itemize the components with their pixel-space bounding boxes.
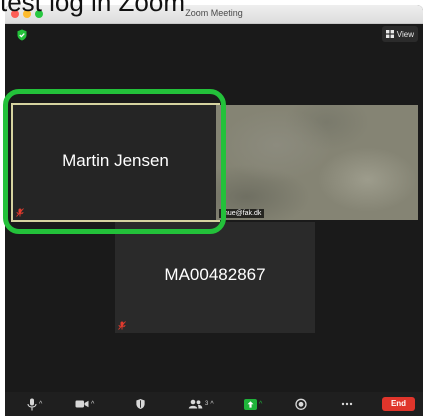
participant-tile-ma00482867[interactable]: MA00482867 (115, 222, 315, 333)
mute-control[interactable]: ^ (27, 395, 42, 413)
record-icon (295, 398, 307, 410)
video-control[interactable]: ^ (75, 395, 94, 413)
encryption-shield-icon[interactable] (16, 29, 28, 41)
chevron-up-icon[interactable]: ^ (91, 401, 94, 408)
participant-tile-martin-jensen[interactable]: Martin Jensen (11, 103, 220, 222)
grid-icon (385, 30, 394, 38)
participants-control[interactable]: 3 ^ (188, 395, 214, 413)
participant-tile-video[interactable]: mue@fak.dk (216, 105, 418, 220)
zoom-window: Zoom Meeting View Martin Jensen mue@fak.… (5, 5, 423, 416)
muted-mic-icon (16, 208, 24, 217)
chevron-up-icon[interactable]: ^ (39, 401, 42, 408)
more-icon (341, 402, 353, 406)
overlay-caption: test log in Zoom (0, 0, 185, 17)
video-camera-icon (75, 400, 89, 408)
participants-icon (188, 399, 203, 409)
microphone-icon (27, 398, 37, 410)
security-shield-icon (136, 398, 145, 410)
more-control[interactable] (341, 395, 353, 413)
end-meeting-button[interactable]: End (382, 397, 415, 411)
chevron-up-icon[interactable]: ^ (210, 401, 213, 408)
participant-name: Martin Jensen (62, 151, 169, 170)
chevron-up-icon[interactable]: ^ (259, 401, 262, 408)
record-control[interactable] (295, 395, 307, 413)
view-button[interactable]: View (381, 26, 418, 42)
muted-mic-icon (118, 321, 126, 330)
security-control[interactable] (135, 395, 146, 413)
participant-video-label: mue@fak.dk (219, 209, 265, 218)
participant-name: MA00482867 (164, 265, 266, 284)
participants-count: 3 (205, 401, 209, 407)
screenshot: Zoom Meeting View Martin Jensen mue@fak.… (0, 0, 423, 416)
view-label: View (396, 29, 414, 39)
share-screen-icon (244, 398, 257, 410)
share-screen-control[interactable]: ^ (244, 395, 262, 413)
meeting-toolbar: ^ ^ 3 ^ ^ End (5, 392, 423, 416)
